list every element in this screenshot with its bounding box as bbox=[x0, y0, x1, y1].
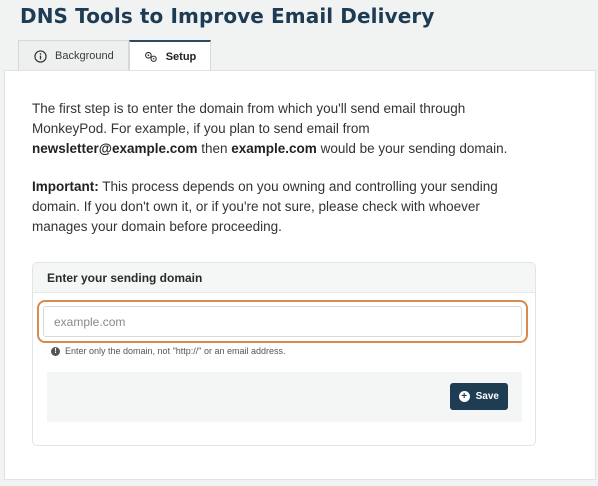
save-button-label: Save bbox=[475, 391, 499, 402]
important-label: Important: bbox=[32, 179, 99, 194]
info-circle-icon: ! bbox=[51, 346, 60, 356]
actions-bar: + Save bbox=[47, 372, 522, 422]
sending-domain-card: Enter your sending domain ! Enter only t… bbox=[32, 262, 536, 446]
intro-paragraph: The first step is to enter the domain fr… bbox=[32, 99, 532, 159]
tab-setup[interactable]: Setup bbox=[128, 40, 212, 71]
input-hint-text: Enter only the domain, not "http://" or … bbox=[65, 346, 286, 356]
important-paragraph: Important: This process depends on you o… bbox=[32, 177, 532, 237]
tab-bar: Background Setup bbox=[18, 40, 212, 71]
save-button[interactable]: + Save bbox=[449, 383, 508, 410]
intro-text-3: would be your sending domain. bbox=[316, 141, 508, 156]
intro-text-1: The first step is to enter the domain fr… bbox=[32, 101, 466, 136]
tab-background-label: Background bbox=[55, 50, 114, 62]
tab-background[interactable]: Background bbox=[18, 40, 129, 71]
tab-setup-label: Setup bbox=[165, 50, 197, 63]
input-hint: ! Enter only the domain, not "http://" o… bbox=[51, 346, 286, 356]
example-email: newsletter@example.com bbox=[32, 141, 198, 156]
domain-input-focus-ring bbox=[37, 300, 528, 343]
gears-icon bbox=[144, 50, 158, 64]
setup-panel: The first step is to enter the domain fr… bbox=[4, 70, 596, 480]
intro-text-2: then bbox=[197, 141, 232, 156]
plus-circle-icon: + bbox=[458, 391, 470, 402]
domain-input[interactable] bbox=[43, 306, 522, 337]
important-text: This process depends on you owning and c… bbox=[32, 179, 498, 234]
card-header: Enter your sending domain bbox=[33, 263, 535, 293]
page-title: DNS Tools to Improve Email Delivery bbox=[20, 4, 435, 28]
info-icon bbox=[33, 49, 47, 63]
example-domain: example.com bbox=[231, 141, 317, 156]
